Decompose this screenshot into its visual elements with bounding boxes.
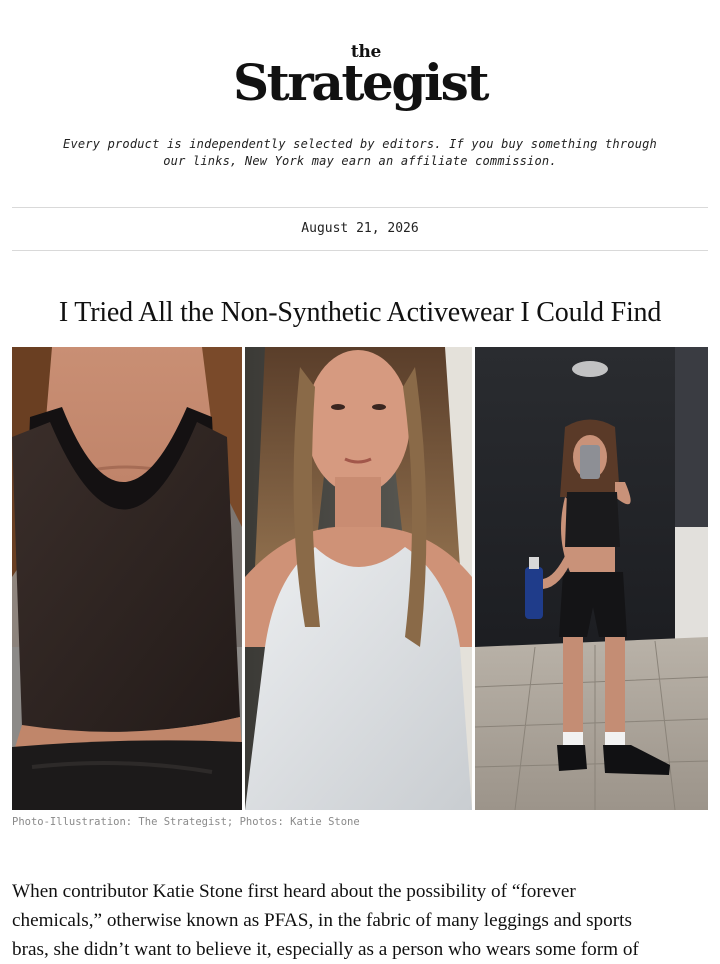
divider [12,207,708,208]
photo-gym-selfie [475,347,708,810]
disclaimer-line: our links, New York may earn an affiliat… [163,154,557,168]
disclaimer-line: Every product is independently selected … [63,137,657,151]
article-body: When contributor Katie Stone first heard… [12,877,712,964]
photo-brown-tank-illustration [12,347,242,810]
photo-credit: Photo-Illustration: The Strategist; Phot… [12,816,360,828]
photo-brown-tank [12,347,242,810]
logo-wordmark: Strategist [232,53,489,112]
divider [12,250,708,251]
publish-date: August 21, 2026 [301,221,419,236]
body-line: When contributor Katie Stone first heard… [12,881,576,902]
photo-white-tank-illustration [245,347,472,810]
body-line: chemicals,” otherwise known as PFAS, in … [12,910,632,931]
masthead: the Strategist [0,44,720,108]
article-headline: I Tried All the Non-Synthetic Activewear… [58,297,662,328]
site-logo[interactable]: the Strategist [0,44,720,108]
photo-white-tank [245,347,472,810]
hero-image [12,347,708,810]
photo-gym-selfie-illustration [475,347,708,810]
affiliate-disclaimer: Every product is independently selected … [20,136,700,170]
